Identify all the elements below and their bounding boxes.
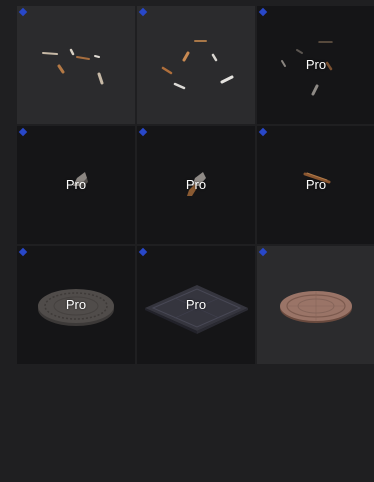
- asset-tile[interactable]: Pro: [17, 246, 135, 364]
- asset-tile[interactable]: [257, 246, 374, 364]
- asset-thumbnail: [257, 246, 374, 364]
- pro-label: Pro: [65, 177, 87, 192]
- asset-grid: Pro Pro Pro Pro Pro Pro: [17, 6, 374, 365]
- pro-label: Pro: [65, 297, 87, 312]
- asset-thumbnail: [137, 6, 255, 124]
- asset-tile[interactable]: Pro: [137, 126, 255, 244]
- asset-tile[interactable]: [137, 6, 255, 124]
- asset-tile[interactable]: Pro: [137, 246, 255, 364]
- asset-thumbnail: [17, 6, 135, 124]
- asset-tile[interactable]: Pro: [17, 126, 135, 244]
- pro-label: Pro: [305, 57, 327, 72]
- asset-tile[interactable]: [17, 6, 135, 124]
- asset-tile[interactable]: Pro: [257, 126, 374, 244]
- pro-label: Pro: [185, 297, 207, 312]
- asset-tile[interactable]: Pro: [257, 6, 374, 124]
- pro-label: Pro: [185, 177, 207, 192]
- pro-label: Pro: [305, 177, 327, 192]
